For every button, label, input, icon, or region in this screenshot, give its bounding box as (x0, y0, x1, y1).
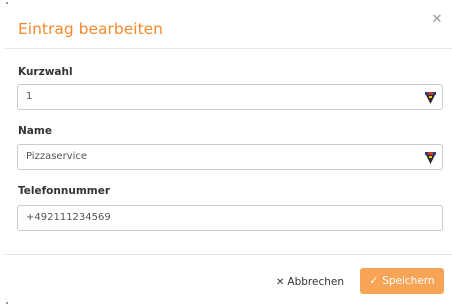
name-input[interactable]: Pizzaservice (17, 144, 443, 170)
edit-entry-dialog: Eintrag bearbeiten ✕ Kurzwahl 1 Name Piz… (0, 0, 452, 306)
close-icon[interactable]: ✕ (431, 12, 443, 28)
telefonnummer-label: Telefonnummer (18, 185, 110, 197)
telefonnummer-input[interactable]: +492111234569 (17, 205, 443, 231)
checkmark-icon: ✓ (369, 275, 379, 287)
kurzwahl-value: 1 (26, 91, 33, 102)
save-label: Speichern (382, 275, 435, 287)
cancel-button[interactable]: ✕ Abbrechen (276, 271, 348, 293)
kurzwahl-input[interactable]: 1 (17, 84, 443, 110)
header-divider (5, 48, 452, 49)
cancel-label: Abbrechen (287, 276, 344, 288)
password-manager-icon[interactable] (425, 152, 436, 164)
corner-mark (6, 302, 8, 304)
telefonnummer-value: +492111234569 (26, 212, 111, 223)
dialog-header: Eintrag bearbeiten ✕ (0, 0, 452, 48)
name-value: Pizzaservice (26, 151, 88, 162)
close-icon: ✕ (276, 277, 285, 288)
name-label: Name (18, 125, 52, 137)
dialog-title: Eintrag bearbeiten (18, 20, 164, 38)
save-button[interactable]: ✓ Speichern (360, 268, 444, 294)
kurzwahl-label: Kurzwahl (18, 66, 73, 78)
password-manager-icon[interactable] (425, 92, 436, 104)
footer-divider (5, 254, 452, 255)
